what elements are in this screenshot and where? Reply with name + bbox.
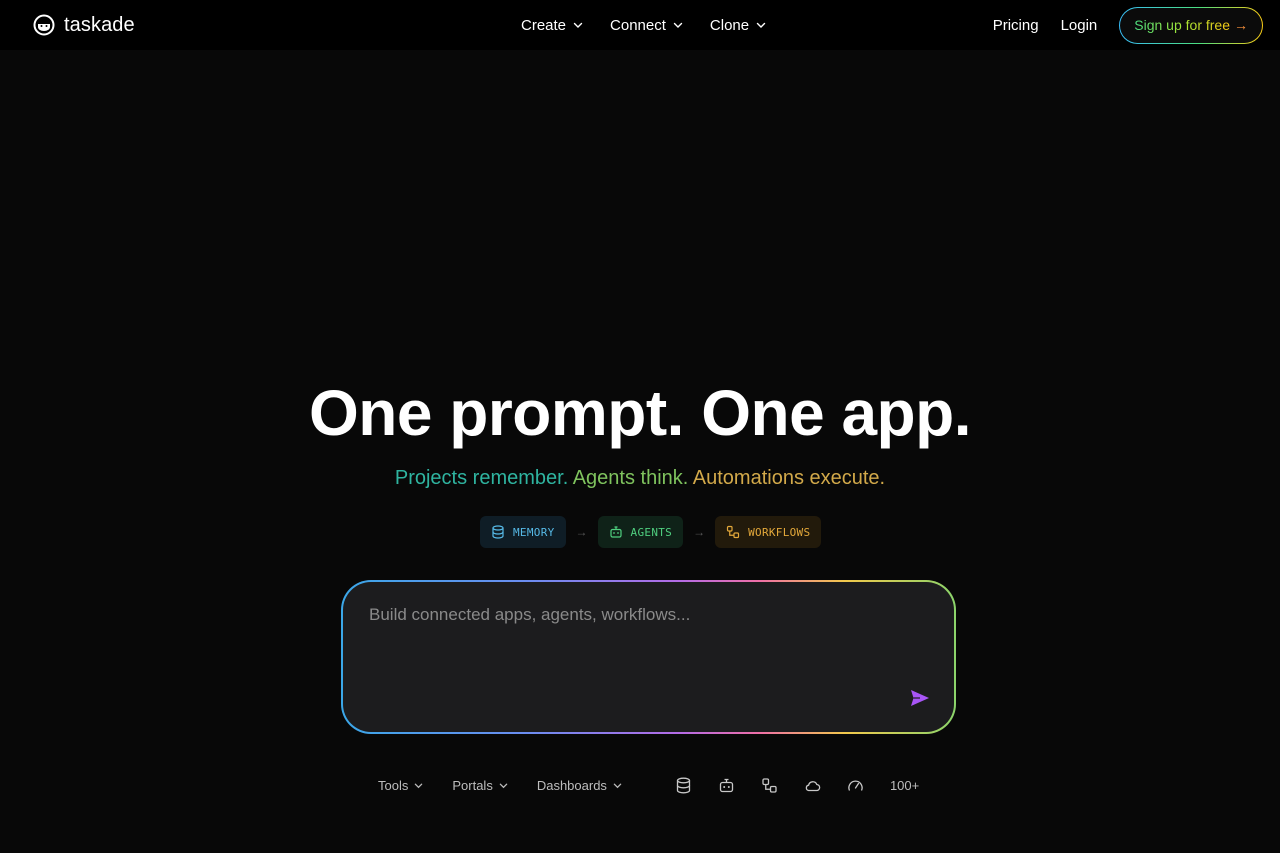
send-button[interactable] xyxy=(908,686,932,710)
top-navigation-bar: taskade Create Connect Clone Pricing Log… xyxy=(0,0,1280,50)
workflow-icon xyxy=(762,777,777,793)
feature-pills: MEMORY → AGENTS → WORKFLOWS xyxy=(480,516,822,548)
prompt-box-inner xyxy=(343,582,954,732)
prompt-input[interactable] xyxy=(369,600,909,630)
hero-subtitle: Projects remember. Agents think. Automat… xyxy=(0,467,1280,490)
robot-icon xyxy=(609,526,622,538)
more-integrations-link[interactable]: 100+ xyxy=(890,778,919,793)
logo-text: taskade xyxy=(64,13,135,36)
signup-button[interactable]: Sign up for free → xyxy=(1119,7,1263,44)
memory-pill-label: MEMORY xyxy=(513,525,555,539)
tools-dropdown-label: Tools xyxy=(378,777,409,793)
login-link[interactable]: Login xyxy=(1061,17,1098,34)
subtitle-projects: Projects remember. xyxy=(394,467,569,489)
memory-pill[interactable]: MEMORY xyxy=(480,516,566,548)
workflows-pill[interactable]: WORKFLOWS xyxy=(715,516,822,548)
nav-connect-menu[interactable]: Connect xyxy=(610,17,683,34)
hero-title: One prompt. One app. xyxy=(308,377,972,449)
taskade-logo-icon xyxy=(33,14,55,36)
agents-pill-label: AGENTS xyxy=(630,525,673,539)
chevron-down-icon xyxy=(415,783,423,788)
cloud-button[interactable] xyxy=(804,772,847,798)
gauge-icon xyxy=(848,779,863,791)
main-nav: Create Connect Clone xyxy=(521,0,766,50)
chevron-down-icon xyxy=(573,22,583,28)
taskade-logo[interactable]: taskade xyxy=(33,13,135,37)
robot-icon xyxy=(719,778,734,792)
database-icon xyxy=(676,777,691,793)
portals-dropdown-label: Portals xyxy=(452,777,493,793)
pricing-link[interactable]: Pricing xyxy=(993,17,1039,34)
workflow-icon xyxy=(726,525,740,539)
agents-button[interactable] xyxy=(718,772,761,798)
cloud-icon xyxy=(805,780,821,791)
nav-create-menu[interactable]: Create xyxy=(521,17,583,34)
chevron-down-icon xyxy=(499,783,508,788)
prompt-box xyxy=(341,580,956,734)
nav-clone-menu[interactable]: Clone xyxy=(710,17,766,34)
chevron-down-icon xyxy=(673,22,683,28)
account-nav: Pricing Login Sign up for free → xyxy=(993,0,1263,50)
nav-connect-label: Connect xyxy=(610,16,666,34)
chevron-down-icon xyxy=(613,783,622,788)
workflows-button[interactable] xyxy=(761,772,804,798)
nav-clone-label: Clone xyxy=(709,16,750,34)
gauge-button[interactable] xyxy=(847,772,890,798)
database-button[interactable] xyxy=(675,772,718,798)
bottom-toolbar: Tools Portals Dashboards 100+ xyxy=(378,772,919,798)
send-icon xyxy=(911,690,929,706)
nav-create-label: Create xyxy=(521,16,567,34)
agents-pill[interactable]: AGENTS xyxy=(597,516,684,548)
portals-dropdown[interactable]: Portals xyxy=(452,777,508,793)
subtitle-agents: Agents think. xyxy=(572,467,689,489)
chevron-down-icon xyxy=(756,22,766,28)
subtitle-automations: Automations execute. xyxy=(692,467,886,489)
arrow-right-icon: → xyxy=(575,525,588,539)
integration-icons: 100+ xyxy=(675,772,919,798)
tools-dropdown[interactable]: Tools xyxy=(378,778,423,793)
dashboards-dropdown-label: Dashboards xyxy=(536,777,607,793)
database-icon xyxy=(492,525,504,539)
arrow-right-icon: → xyxy=(1234,17,1248,33)
arrow-right-icon: → xyxy=(693,525,706,539)
workflows-pill-label: WORKFLOWS xyxy=(748,525,811,539)
signup-label: Sign up for free xyxy=(1134,17,1230,33)
dashboards-dropdown[interactable]: Dashboards xyxy=(537,778,622,793)
